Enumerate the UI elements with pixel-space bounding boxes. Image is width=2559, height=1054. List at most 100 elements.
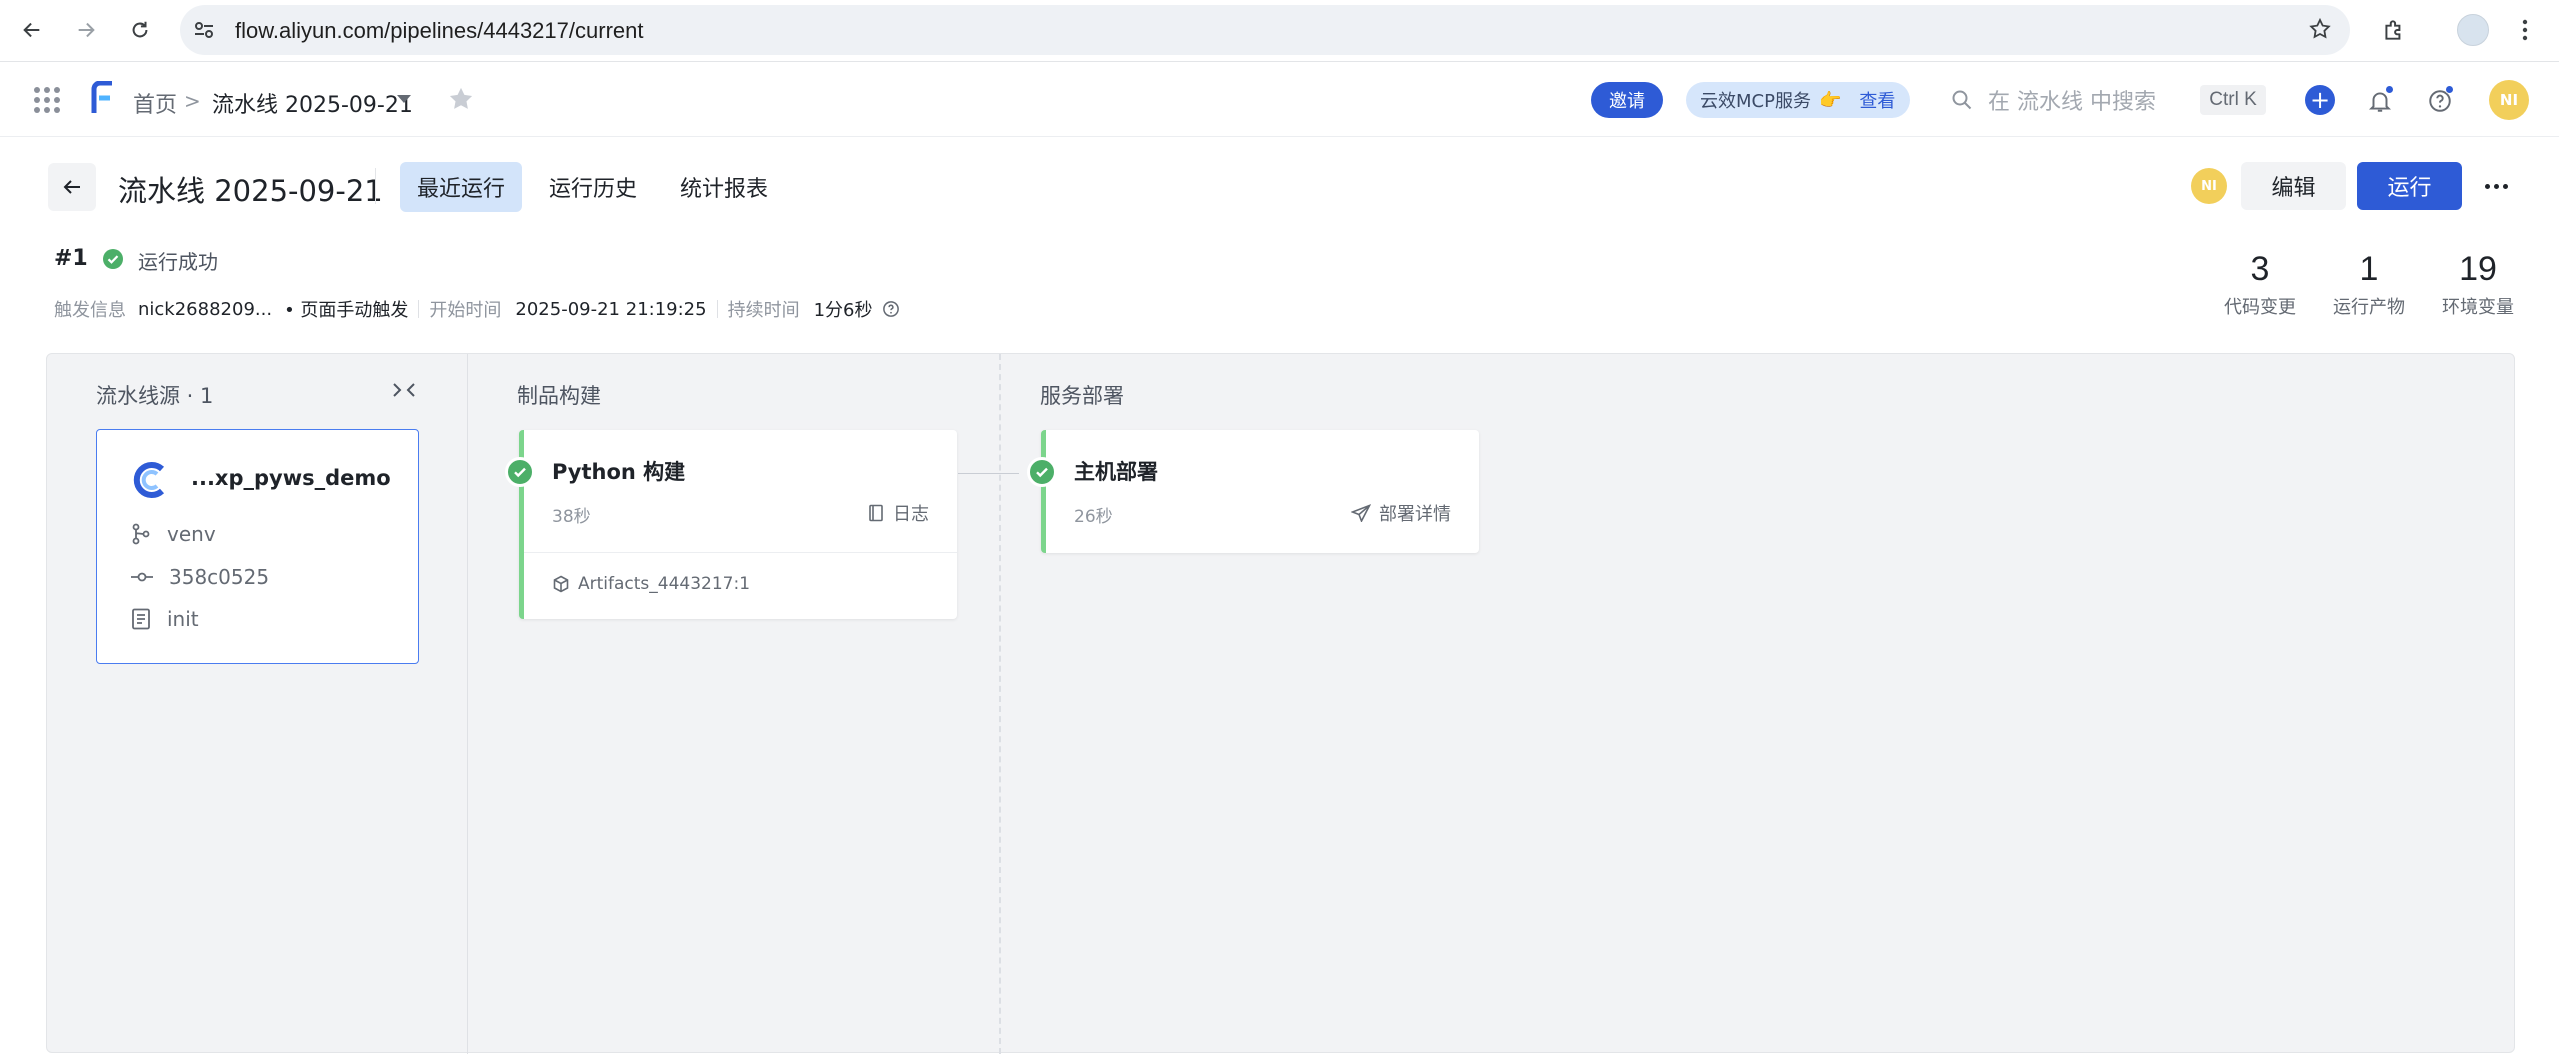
search-icon — [1952, 90, 1972, 110]
codeup-logo-icon — [131, 460, 171, 504]
job-log-label: 日志 — [893, 504, 929, 525]
browser-back-button[interactable] — [12, 10, 52, 50]
help-dot — [2445, 85, 2454, 94]
job-log-link[interactable]: 日志 — [867, 500, 929, 526]
artifact-link[interactable]: Artifacts_4443217:1 — [552, 574, 750, 594]
tab-run-history[interactable]: 运行历史 — [532, 162, 654, 212]
breadcrumb-home[interactable]: 首页 — [133, 87, 177, 119]
more-options-button[interactable] — [2476, 168, 2516, 204]
tab-statistics[interactable]: 统计报表 — [663, 162, 785, 212]
help-button[interactable] — [2422, 83, 2458, 119]
stat-value: 3 — [2250, 250, 2270, 288]
commit-hash: 358c0525 — [169, 565, 270, 589]
pointing-hand-icon: 👉 — [1818, 89, 1842, 111]
tab-recent-runs[interactable]: 最近运行 — [400, 162, 523, 212]
browser-profile-button[interactable] — [2453, 10, 2493, 50]
source-message-row: init — [131, 607, 199, 631]
edit-button[interactable]: 编辑 — [2241, 162, 2346, 210]
duration: 1分6秒 — [813, 300, 873, 321]
stat-label: 环境变量 — [2442, 297, 2514, 318]
success-check-icon — [102, 248, 124, 274]
user-avatar[interactable]: NI — [2489, 80, 2529, 120]
deploy-detail-label: 部署详情 — [1379, 504, 1451, 525]
job-divider — [524, 552, 957, 553]
deploy-detail-link[interactable]: 部署详情 — [1351, 500, 1451, 526]
stat-value: 19 — [2459, 250, 2497, 288]
document-icon — [132, 608, 150, 630]
run-button[interactable]: 运行 — [2357, 162, 2462, 210]
mcp-view-link[interactable]: 查看 — [1859, 87, 1895, 113]
job-title: 主机部署 — [1074, 460, 1158, 484]
stat-label: 代码变更 — [2224, 297, 2296, 318]
browser-forward-button[interactable] — [66, 10, 106, 50]
book-icon — [869, 504, 883, 522]
deploy-stage-title: 服务部署 — [1040, 384, 1124, 408]
apps-grid-icon[interactable] — [34, 87, 60, 113]
job-success-check-icon — [1027, 457, 1057, 487]
duration-label: 持续时间 — [727, 300, 800, 321]
build-stage-title: 制品构建 — [517, 384, 601, 408]
mcp-label: 云效MCP服务 — [1700, 91, 1811, 112]
artifact-name: Artifacts_4443217:1 — [578, 574, 751, 594]
send-icon — [1351, 504, 1371, 522]
notifications-button[interactable] — [2362, 83, 2398, 119]
browser-toolbar: flow.aliyun.com/pipelines/4443217/curren… — [0, 0, 2559, 62]
url-text[interactable]: flow.aliyun.com/pipelines/4443217/curren… — [235, 18, 643, 44]
arrow-left-icon — [63, 180, 80, 194]
stat-code-changes[interactable]: 3 代码变更 — [2220, 250, 2300, 319]
stat-value: 1 — [2359, 250, 2379, 288]
browser-reload-button[interactable] — [120, 10, 160, 50]
back-button[interactable] — [48, 163, 96, 211]
extensions-button[interactable] — [2374, 10, 2414, 50]
source-column-title: 流水线源 · 1 — [96, 384, 214, 408]
more-vertical-icon — [2522, 19, 2528, 41]
start-time: 2025-09-21 21:19:25 — [515, 298, 707, 320]
mcp-service-banner[interactable]: 云效MCP服务 👉 查看 — [1686, 82, 1910, 118]
job-card-host-deploy[interactable]: 主机部署 26秒 部署详情 — [1041, 430, 1479, 553]
arrow-left-icon — [23, 22, 40, 38]
address-bar[interactable]: flow.aliyun.com/pipelines/4443217/curren… — [180, 5, 2350, 55]
job-title: Python 构建 — [552, 460, 686, 484]
caret-down-icon[interactable] — [397, 95, 411, 103]
arrow-right-icon — [78, 22, 95, 38]
site-settings-icon[interactable] — [192, 18, 216, 46]
title-divider — [375, 168, 376, 204]
breadcrumb-current[interactable]: 流水线 2025-09-21 — [212, 87, 413, 119]
search-placeholder: 在 流水线 中搜索 — [1988, 90, 2156, 115]
stat-artifacts[interactable]: 1 运行产物 — [2327, 250, 2411, 319]
trigger-label: 触发信息 — [54, 300, 126, 321]
run-meta: 触发信息 nick2688209... • 页面手动触发 开始时间 2025-0… — [54, 296, 900, 322]
commit-message: init — [167, 607, 199, 631]
git-commit-icon — [131, 572, 153, 582]
run-number: #1 — [54, 246, 88, 271]
breadcrumb-separator: > — [184, 89, 201, 113]
branch-name: venv — [167, 522, 216, 546]
run-status: 运行成功 — [138, 250, 218, 274]
source-branch-row: venv — [131, 522, 216, 546]
pipeline-canvas: 流水线源 · 1 ...xp_pyws_demo venv 358c0525 i… — [46, 353, 2515, 1054]
help-circle-icon[interactable] — [882, 300, 900, 318]
stat-env-vars[interactable]: 19 环境变量 — [2436, 250, 2520, 319]
invite-button[interactable]: 邀请 — [1591, 82, 1663, 118]
job-success-check-icon — [505, 457, 535, 487]
reload-icon — [132, 21, 148, 38]
owner-avatar[interactable]: NI — [2191, 168, 2227, 204]
collapse-icon[interactable] — [391, 380, 417, 404]
trigger-mode: • 页面手动触发 — [284, 300, 409, 321]
flow-logo[interactable] — [90, 80, 116, 119]
job-card-python-build[interactable]: Python 构建 38秒 日志 Artifacts_4443217:1 — [519, 430, 957, 619]
browser-menu-button[interactable] — [2505, 10, 2545, 50]
bookmark-star-icon[interactable] — [2308, 17, 2332, 45]
create-plus-button[interactable]: + — [2305, 85, 2335, 115]
git-branch-icon — [132, 523, 150, 545]
stage-divider — [999, 354, 1001, 1054]
package-icon — [553, 575, 569, 593]
notification-dot — [2385, 85, 2394, 94]
source-card[interactable]: ...xp_pyws_demo venv 358c0525 init — [96, 429, 419, 664]
trigger-user[interactable]: nick2688209... — [138, 299, 272, 320]
profile-avatar — [2457, 14, 2489, 46]
favorite-star-icon[interactable] — [447, 85, 475, 117]
start-time-label: 开始时间 — [429, 300, 502, 321]
search-shortcut-hint: Ctrl K — [2200, 85, 2266, 115]
source-commit-row: 358c0525 — [131, 565, 269, 589]
